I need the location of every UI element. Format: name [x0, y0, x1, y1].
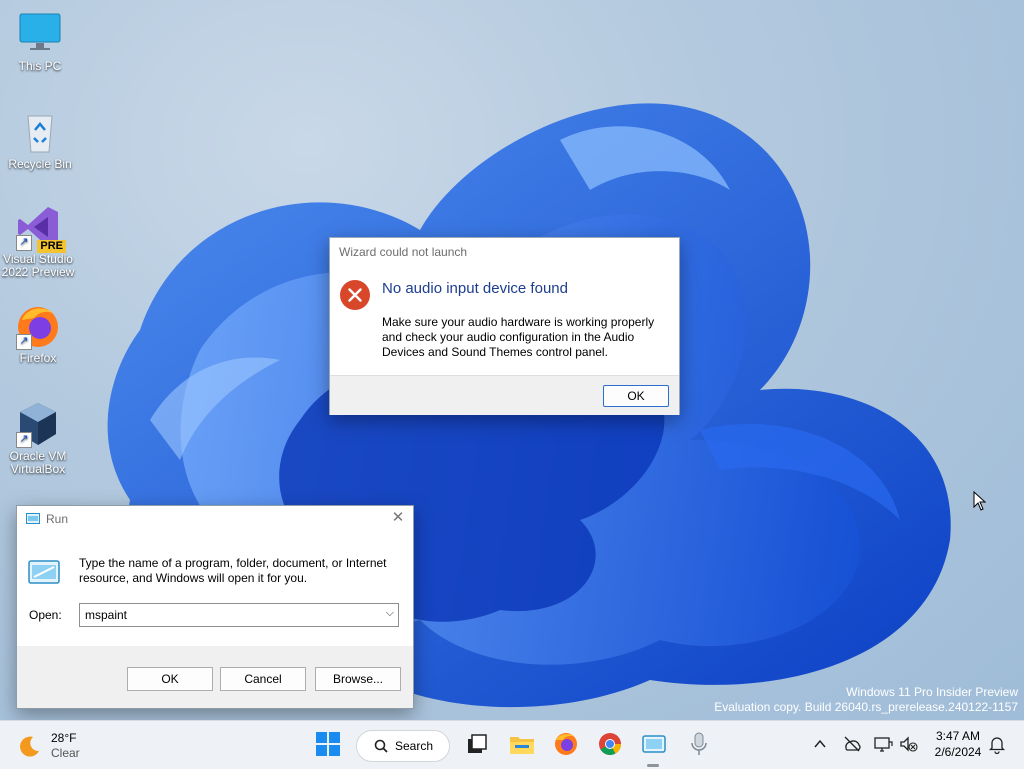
ok-button[interactable]: OK: [603, 385, 669, 407]
desktop-icon-label: This PC: [18, 59, 62, 73]
desktop-icon-label: Firefox: [19, 351, 57, 365]
run-description: Type the name of a program, folder, docu…: [79, 556, 387, 585]
shortcut-arrow-icon: ↗: [16, 334, 32, 350]
weather-temp: 28°F: [51, 731, 77, 745]
shortcut-arrow-icon: ↗: [16, 235, 32, 251]
desktop-icon-label: Visual Studio 2022 Preview: [1, 252, 75, 279]
firefox-icon[interactable]: [553, 731, 579, 757]
run-dialog: Run ✕ Type the name of a program, folder…: [16, 505, 414, 709]
voice-access-icon[interactable]: [686, 731, 712, 757]
desktop-icon-virtualbox[interactable]: ↗ Oracle VM VirtualBox: [0, 400, 76, 476]
run-browse-button[interactable]: Browse...: [315, 667, 401, 691]
watermark-line-2: Evaluation copy. Build 26040.rs_prerelea…: [714, 700, 1018, 714]
weather-widget[interactable]: 28°F Clear: [19, 729, 99, 761]
dialog-title: Wizard could not launch: [330, 238, 679, 266]
desktop-icon-this-pc[interactable]: This PC: [2, 10, 78, 73]
shortcut-arrow-icon: ↗: [16, 432, 32, 448]
evaluation-watermark: Windows 11 Pro Insider Preview Evaluatio…: [714, 685, 1018, 715]
run-title-bar[interactable]: Run ✕: [17, 506, 413, 532]
run-icon[interactable]: [641, 731, 667, 757]
recycle-bin-icon: [16, 108, 64, 156]
run-ok-button[interactable]: OK: [127, 667, 213, 691]
display-icon[interactable]: [873, 734, 893, 754]
desktop-icon-firefox[interactable]: ↗ Firefox: [0, 302, 76, 365]
monitor-icon: [16, 10, 64, 58]
start-icon[interactable]: [315, 731, 341, 757]
network-off-icon[interactable]: [842, 734, 862, 754]
active-app-indicator: [647, 764, 659, 767]
search-icon: [374, 739, 388, 753]
watermark-line-1: Windows 11 Pro Insider Preview: [846, 685, 1018, 699]
desktop-icon-label: Recycle Bin: [8, 157, 72, 171]
error-icon: [340, 280, 370, 310]
weather-sun-icon: [20, 736, 39, 757]
file-explorer-icon[interactable]: [509, 731, 535, 757]
open-input-value[interactable]: mspaint: [85, 608, 127, 622]
run-body: Type the name of a program, folder, docu…: [17, 532, 413, 646]
close-icon[interactable]: ✕: [391, 510, 405, 525]
open-combobox[interactable]: mspaint ⌵: [79, 603, 399, 627]
notifications-icon[interactable]: [987, 734, 1007, 754]
search-label: Search: [395, 739, 434, 753]
desktop-icon-label: Oracle VM VirtualBox: [9, 449, 67, 476]
mouse-cursor-icon: [973, 491, 987, 511]
chevron-down-icon[interactable]: ⌵: [386, 607, 394, 620]
run-cancel-button[interactable]: Cancel: [220, 667, 306, 691]
task-view-icon[interactable]: [464, 731, 490, 757]
open-label: Open:: [29, 608, 62, 622]
firefox-icon: ↗: [14, 302, 62, 350]
weather-condition: Clear: [51, 746, 80, 760]
run-title: Run: [46, 512, 69, 526]
dialog-body: No audio input device found Make sure yo…: [330, 267, 679, 375]
dialog-heading: No audio input device found: [382, 280, 568, 297]
desktop-icon-recycle-bin[interactable]: Recycle Bin: [2, 108, 78, 171]
error-dialog: Wizard could not launch No audio input d…: [329, 237, 680, 415]
volume-muted-icon[interactable]: [899, 734, 919, 754]
desktop-icon-visual-studio[interactable]: PRE ↗ Visual Studio 2022 Preview: [0, 203, 76, 279]
chevron-up-icon[interactable]: [810, 734, 830, 754]
preview-badge: PRE: [37, 240, 66, 253]
run-icon: [26, 513, 40, 524]
system-clock[interactable]: 3:47 AM 2/6/2024: [928, 728, 988, 760]
dialog-footer: OK: [330, 375, 679, 415]
clock-time: 3:47 AM: [935, 729, 981, 743]
taskbar-search[interactable]: Search: [356, 730, 450, 762]
virtualbox-icon: ↗: [14, 400, 62, 448]
visual-studio-icon: PRE ↗: [14, 203, 66, 253]
clock-date: 2/6/2024: [934, 745, 982, 759]
chrome-icon[interactable]: [597, 731, 623, 757]
run-icon: [28, 560, 60, 584]
dialog-message: Make sure your audio hardware is working…: [382, 315, 655, 359]
taskbar: 28°F Clear Search 3:47 AM 2/6/2024: [0, 720, 1024, 769]
